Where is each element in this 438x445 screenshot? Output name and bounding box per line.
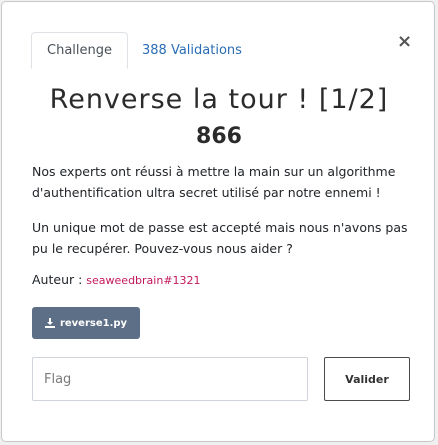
challenge-modal: Challenge 388 Validations × Renverse la … [1,1,435,442]
download-file-button[interactable]: reverse1.py [32,307,140,339]
flag-input[interactable] [32,357,308,401]
download-icon [44,318,55,328]
close-icon[interactable]: × [397,32,412,52]
description-paragraph-1: Nos experts ont réussi à mettre la main … [32,164,396,200]
author-line: Auteur : seaweedbrain#1321 [32,272,201,287]
tab-challenge[interactable]: Challenge [31,32,128,69]
author-link[interactable]: seaweedbrain#1321 [86,274,200,287]
challenge-points: 866 [196,124,242,149]
challenge-title: Renverse la tour ! [1/2] [49,84,389,115]
description-paragraph-2: Un unique mot de passe est accepté mais … [32,220,408,256]
author-label: Auteur : [32,272,83,287]
tab-bar: Challenge 388 Validations [31,32,257,69]
tab-validations[interactable]: 388 Validations [128,32,257,69]
submit-button[interactable]: Valider [324,357,410,401]
file-name: reverse1.py [59,317,128,329]
